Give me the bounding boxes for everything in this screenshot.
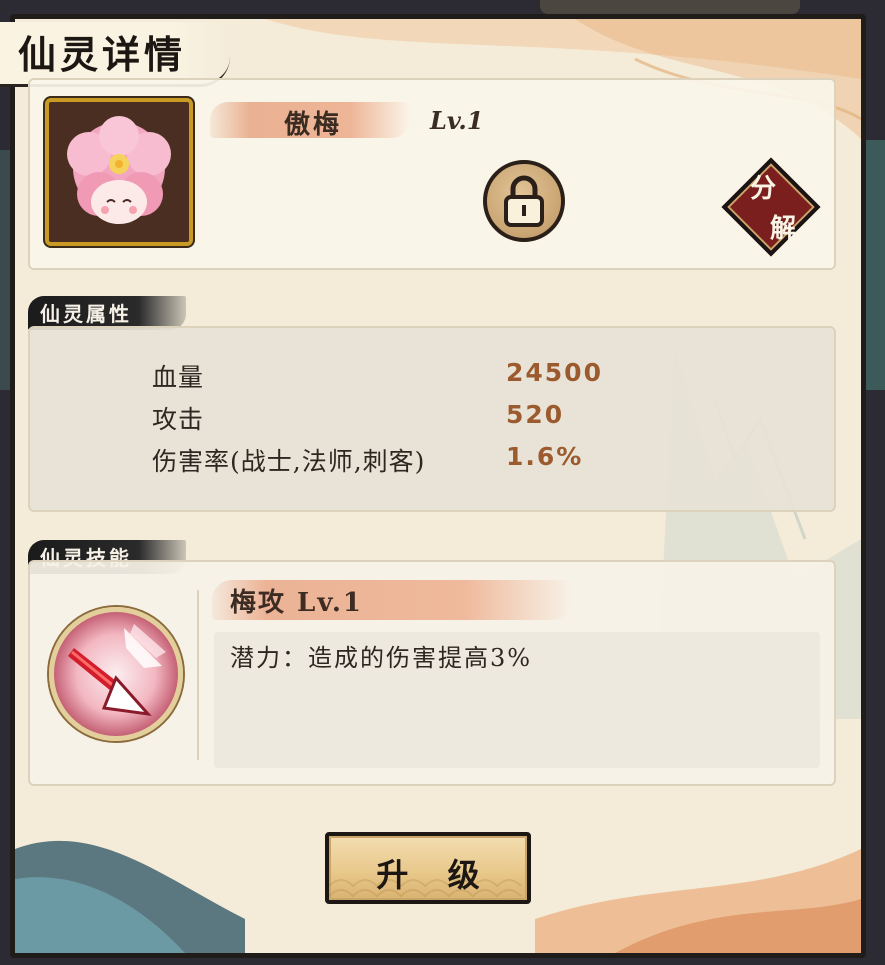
- attributes-section-title: 仙灵属性: [40, 302, 132, 326]
- spirit-avatar[interactable]: [45, 98, 193, 246]
- lock-icon: [504, 175, 544, 227]
- skill-description: 潜力：造成的伤害提高3%: [230, 644, 533, 672]
- stat-label-damage-rate: 伤害率(战士,法师,刺客): [152, 447, 426, 476]
- spirit-name: 傲梅: [284, 110, 343, 140]
- stat-label-attack: 攻击: [152, 405, 205, 434]
- skill-divider: [197, 590, 199, 760]
- decompose-button[interactable]: 分 解: [721, 157, 821, 257]
- upgrade-button[interactable]: 升 级: [325, 832, 531, 904]
- lock-button[interactable]: [483, 160, 565, 242]
- stat-value-damage-rate: 1.6%: [506, 442, 584, 471]
- attributes-section-tag: 仙灵属性: [28, 296, 186, 330]
- page-title: 仙灵详情: [18, 32, 187, 77]
- background-top-bar: [540, 0, 800, 14]
- stat-value-attack: 520: [506, 400, 565, 429]
- cherry-blossom-spirit-icon: [67, 116, 171, 224]
- stat-value-hp: 24500: [506, 358, 603, 387]
- spirit-level: Lv.1: [430, 106, 484, 135]
- attributes-card: [28, 326, 836, 512]
- stat-label-hp: 血量: [152, 363, 205, 392]
- decompose-label-2: 解: [770, 214, 797, 244]
- skill-name: 梅攻 Lv.1: [230, 588, 363, 618]
- decompose-label-1: 分: [750, 174, 777, 204]
- skill-icon-button[interactable]: [49, 607, 183, 741]
- arrow-strike-icon: [68, 624, 166, 717]
- upgrade-label: 升 级: [376, 856, 494, 894]
